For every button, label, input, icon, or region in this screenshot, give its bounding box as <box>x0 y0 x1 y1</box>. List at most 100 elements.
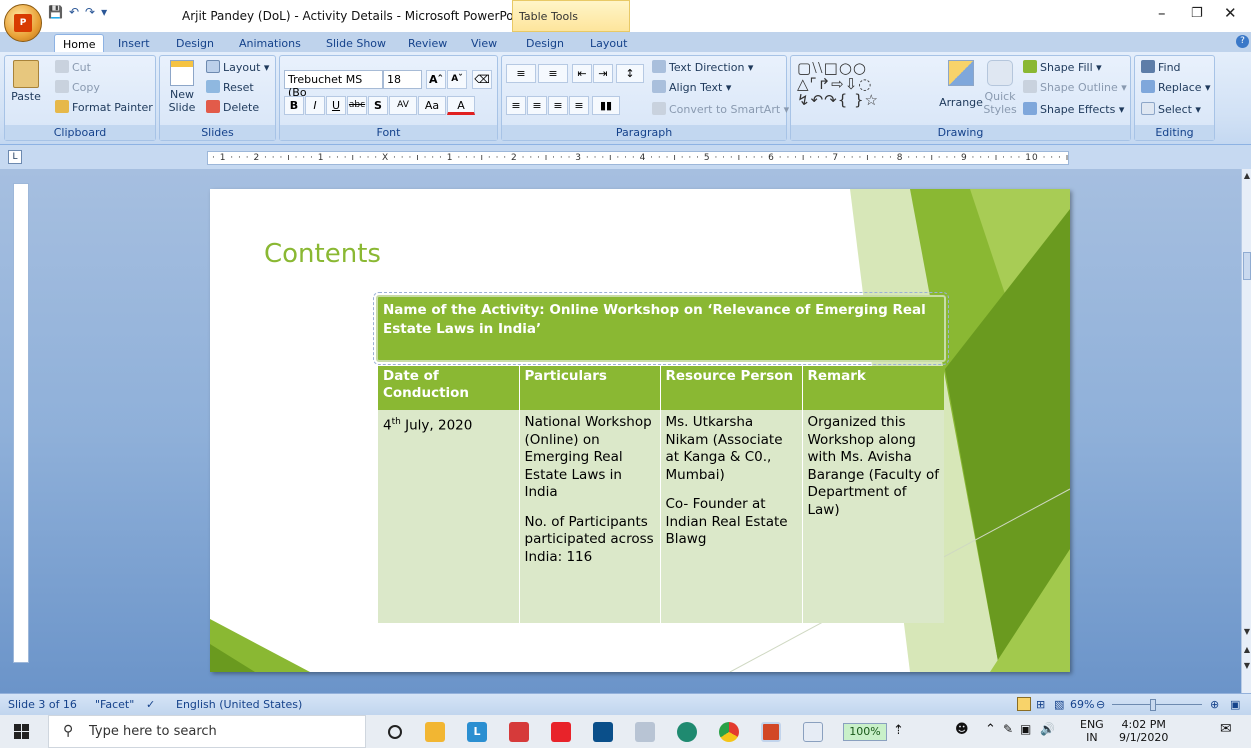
copy-button[interactable]: Copy <box>55 80 100 94</box>
strikethrough-button[interactable]: abc <box>347 96 367 115</box>
slide-title[interactable]: Contents <box>264 239 381 269</box>
cell-remark[interactable]: Organized this Workshop along with Ms. A… <box>802 410 944 623</box>
character-spacing-button[interactable]: AV <box>389 96 417 115</box>
zoom-badge[interactable]: 100% <box>843 723 887 741</box>
grow-font-button[interactable]: Aˆ <box>426 70 446 89</box>
font-size-input[interactable]: 18 <box>383 70 422 89</box>
restore-button[interactable]: ❐ <box>1191 6 1203 21</box>
align-center-button[interactable]: ≡ <box>527 96 547 115</box>
app-l-icon[interactable]: L <box>467 722 487 742</box>
tab-animations[interactable]: Animations <box>231 34 309 52</box>
tab-design[interactable]: Design <box>168 34 222 52</box>
cell-date[interactable]: 4th July, 2020 <box>378 410 520 623</box>
mail-icon[interactable] <box>593 722 613 742</box>
font-color-button[interactable]: A <box>447 96 475 115</box>
language[interactable]: English (United States) <box>176 698 302 711</box>
slide-canvas[interactable]: Contents Name of the Activity: Online Wo… <box>210 189 1070 672</box>
horizontal-ruler[interactable]: · 1 · · · 2 · · · ı · · · 1 · · · ı · · … <box>207 151 1069 165</box>
zoom-slider-thumb[interactable] <box>1150 699 1156 711</box>
taskbar-search-input[interactable]: ⚲ Type here to search <box>48 715 366 748</box>
align-right-button[interactable]: ≡ <box>548 96 568 115</box>
header-date[interactable]: Date of Conduction <box>378 366 520 410</box>
slide-show-icon[interactable]: ▧ <box>1054 698 1064 711</box>
mcafee-icon[interactable] <box>509 722 529 742</box>
cut-button[interactable]: Cut <box>55 60 91 74</box>
normal-view-icon[interactable] <box>1017 697 1031 711</box>
zoom-level[interactable]: 69% <box>1070 698 1094 711</box>
paste-button[interactable]: Paste <box>9 60 43 103</box>
windows-start-icon[interactable] <box>14 724 29 739</box>
tab-table-design[interactable]: Design <box>518 34 572 52</box>
bullets-button[interactable]: ≡ <box>506 64 536 83</box>
input-language[interactable]: ENG IN <box>1080 718 1104 744</box>
tab-table-layout[interactable]: Layout <box>582 34 635 52</box>
tab-home[interactable]: Home <box>54 34 105 52</box>
replace-button[interactable]: Replace ▾ <box>1141 80 1211 94</box>
cortana-icon[interactable] <box>388 725 402 739</box>
prev-slide-icon[interactable]: ▲ <box>1242 645 1251 654</box>
tab-insert[interactable]: Insert <box>110 34 158 52</box>
snipping-tool-icon[interactable] <box>635 722 655 742</box>
shadow-button[interactable]: S <box>368 96 388 115</box>
clear-formatting-button[interactable]: ⌫ <box>472 70 492 89</box>
save-icon[interactable]: 💾 <box>48 5 63 19</box>
activity-table[interactable]: Date of Conduction Particulars Resource … <box>378 366 944 623</box>
chrome-browser-icon[interactable] <box>719 722 739 742</box>
battery-icon[interactable]: ▣ <box>1020 723 1031 736</box>
minimize-button[interactable]: – <box>1158 4 1166 22</box>
redo-icon[interactable]: ↷ <box>85 5 95 19</box>
header-remark[interactable]: Remark <box>802 366 944 410</box>
convert-smartart-button[interactable]: Convert to SmartArt ▾ <box>652 102 789 116</box>
text-direction-button[interactable]: Text Direction ▾ <box>652 60 753 74</box>
tab-slide-show[interactable]: Slide Show <box>318 34 394 52</box>
shapes-gallery[interactable]: ▢⧵⧵□○○ △⌜↱⇨⇩◌ ↯↶↷{ }☆ <box>797 60 879 108</box>
tray-chevron-icon[interactable]: ⌃ <box>985 723 996 736</box>
increase-indent-button[interactable]: ⇥ <box>593 64 613 83</box>
vertical-ruler[interactable] <box>13 183 29 663</box>
align-left-button[interactable]: ≡ <box>506 96 526 115</box>
shrink-font-button[interactable]: Aˇ <box>447 70 467 89</box>
activity-name-box[interactable]: Name of the Activity: Online Workshop on… <box>373 292 949 365</box>
zoom-in-icon[interactable]: ⊕ <box>1210 698 1219 711</box>
delete-button[interactable]: Delete <box>206 100 259 114</box>
scroll-up-icon[interactable]: ▲ <box>1242 171 1251 180</box>
pen-icon[interactable]: ✎ <box>1003 723 1013 736</box>
theme-name[interactable]: "Facet" <box>95 698 134 711</box>
tab-view[interactable]: View <box>463 34 505 52</box>
tab-review[interactable]: Review <box>400 34 455 52</box>
zoom-slider[interactable] <box>1112 704 1202 705</box>
cell-particulars[interactable]: National Workshop (Online) on Emerging R… <box>519 410 661 623</box>
underline-button[interactable]: U <box>326 96 346 115</box>
next-slide-icon[interactable]: ▼ <box>1242 661 1251 670</box>
undo-icon[interactable]: ↶ <box>69 5 79 19</box>
tab-selector-icon[interactable]: L <box>8 150 22 164</box>
align-text-button[interactable]: Align Text ▾ <box>652 80 731 94</box>
shape-outline-button[interactable]: Shape Outline ▾ <box>1023 80 1127 94</box>
help-icon[interactable]: ? <box>1236 35 1249 48</box>
picture-app-icon[interactable] <box>803 722 823 742</box>
edge-browser-icon[interactable] <box>677 722 697 742</box>
office-app-icon[interactable] <box>551 722 571 742</box>
scroll-down-icon[interactable]: ▼ <box>1242 627 1251 636</box>
fit-to-window-icon[interactable]: ▣ <box>1230 698 1240 711</box>
layout-button[interactable]: Layout ▾ <box>206 60 269 74</box>
numbering-button[interactable]: ≡ <box>538 64 568 83</box>
volume-icon[interactable]: 🔊 <box>1040 723 1055 736</box>
vertical-scrollbar[interactable]: ▲ ▼ ▲ ▼ <box>1241 169 1251 693</box>
powerpoint-taskbar-icon[interactable] <box>761 722 781 742</box>
format-painter-button[interactable]: Format Painter <box>55 100 153 114</box>
header-resource-person[interactable]: Resource Person <box>660 366 803 410</box>
find-button[interactable]: Find <box>1141 60 1181 74</box>
zoom-out-icon[interactable]: ⊖ <box>1096 698 1105 711</box>
office-button[interactable]: P <box>4 4 42 42</box>
decrease-indent-button[interactable]: ⇤ <box>572 64 592 83</box>
close-button[interactable]: ✕ <box>1224 4 1237 22</box>
quick-styles-button[interactable]: Quick Styles <box>983 60 1017 116</box>
select-button[interactable]: Select ▾ <box>1141 102 1201 116</box>
usb-icon[interactable]: ⇡ <box>893 724 904 737</box>
slide-sorter-icon[interactable]: ⊞ <box>1036 698 1045 711</box>
header-particulars[interactable]: Particulars <box>519 366 661 410</box>
reset-button[interactable]: Reset <box>206 80 254 94</box>
file-explorer-icon[interactable] <box>425 722 445 742</box>
font-name-input[interactable]: Trebuchet MS (Bo <box>284 70 383 99</box>
